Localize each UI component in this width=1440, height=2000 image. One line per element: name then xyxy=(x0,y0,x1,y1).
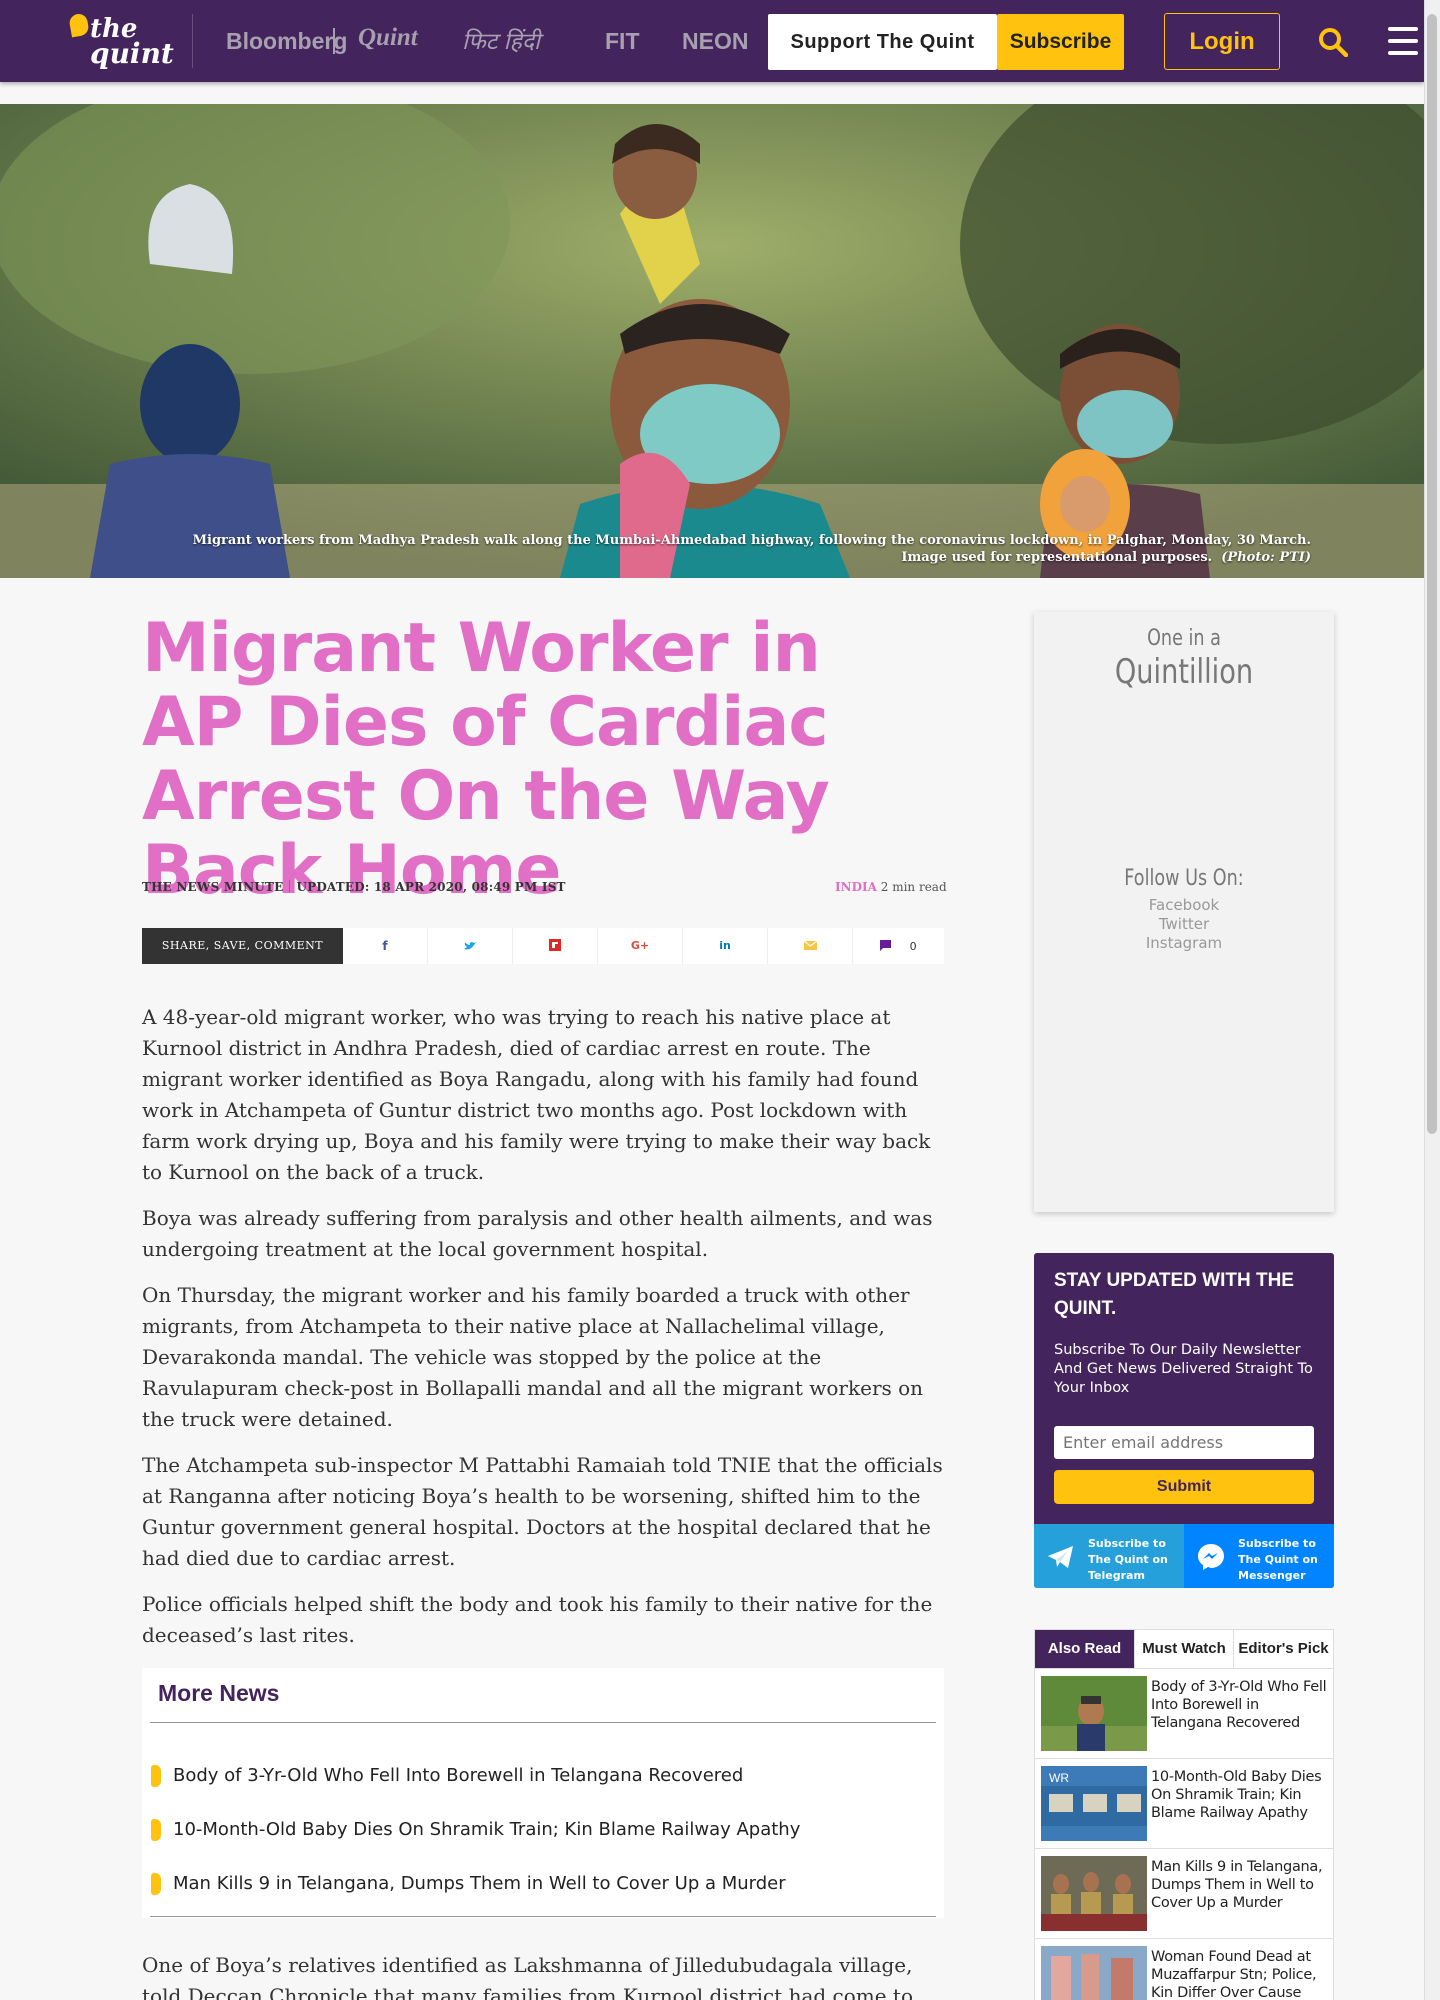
related-story-thumbnail xyxy=(1041,1856,1147,1931)
nav-neon[interactable]: NEON xyxy=(682,24,748,58)
tab-editors-pick[interactable]: Editor's Pick xyxy=(1234,1630,1333,1668)
email-share-icon[interactable] xyxy=(768,928,853,964)
article-paragraph: On Thursday, the migrant worker and his … xyxy=(142,1283,924,1431)
comment-count: 0 xyxy=(909,940,917,953)
article-source[interactable]: THE NEWS MINUTE xyxy=(142,880,283,894)
share-bar: SHARE, SAVE, COMMENT f G+ in 0 xyxy=(142,928,944,964)
article-updated: UPDATED: 18 APR 2020, 08:49 PM IST xyxy=(296,880,566,894)
related-story[interactable]: Body of 3-Yr-Old Who Fell Into Borewell … xyxy=(1034,1669,1334,1759)
related-story-thumbnail xyxy=(1041,1676,1147,1751)
related-story-title[interactable]: Man Kills 9 in Telangana, Dumps Them in … xyxy=(1151,1858,1331,1912)
more-news-divider-bottom xyxy=(150,1916,936,1917)
article-read-time: 2 min read xyxy=(880,880,947,894)
sidebar-ad[interactable]: One in a Quintillion Follow Us On: Faceb… xyxy=(1034,612,1334,1212)
facebook-share-icon[interactable]: f xyxy=(343,928,428,964)
related-story-thumbnail xyxy=(1041,1946,1147,2000)
tab-also-read[interactable]: Also Read xyxy=(1035,1630,1135,1668)
comment-button[interactable]: 0 xyxy=(853,928,944,964)
site-logo[interactable]: the quint xyxy=(68,12,174,70)
article-paragraph: A 48-year-old migrant worker, who was tr… xyxy=(142,1005,931,1184)
telegram-subscribe-button[interactable]: Subscribe to The Quint on Telegram xyxy=(1034,1524,1184,1588)
related-story[interactable]: Woman Found Dead at Muzaffarpur Stn; Pol… xyxy=(1034,1939,1334,2000)
ad-tagline-top: One in a xyxy=(1147,626,1221,651)
more-news-item-label[interactable]: 10-Month-Old Baby Dies On Shramik Train;… xyxy=(173,1819,800,1840)
article-paragraph: The Atchampeta sub-inspector M Pattabhi … xyxy=(142,1453,943,1570)
more-news-item[interactable]: Body of 3-Yr-Old Who Fell Into Borewell … xyxy=(151,1764,931,1788)
google-plus-share-icon[interactable]: G+ xyxy=(598,928,683,964)
linkedin-share-icon[interactable]: in xyxy=(683,928,768,964)
article-meta-right: INDIA 2 min read xyxy=(835,880,947,894)
ad-link-instagram[interactable]: Instagram xyxy=(1034,934,1334,952)
related-story-thumbnail: WR xyxy=(1041,1766,1147,1841)
messenger-subscribe-label: Subscribe to The Quint on Messenger xyxy=(1238,1537,1318,1582)
twitter-share-icon[interactable] xyxy=(428,928,513,964)
hero-caption-line-1: Migrant workers from Madhya Pradesh walk… xyxy=(192,533,1311,548)
article-byline: THE NEWS MINUTE UPDATED: 18 APR 2020, 08:… xyxy=(142,880,566,894)
article-title: Migrant Worker in AP Dies of Cardiac Arr… xyxy=(142,609,830,910)
hero-caption: Migrant workers from Madhya Pradesh walk… xyxy=(193,532,1311,566)
related-story[interactable]: WR 10-Month-Old Baby Dies On Shramik Tra… xyxy=(1034,1759,1334,1849)
more-news-box: More News Body of 3-Yr-Old Who Fell Into… xyxy=(142,1668,944,1918)
sidebar-tabs: Also Read Must Watch Editor's Pick xyxy=(1034,1629,1334,1669)
hero-image: Migrant workers from Madhya Pradesh walk… xyxy=(0,104,1424,578)
nav-fit[interactable]: FIT xyxy=(605,24,640,58)
newsletter-submit-button[interactable]: Submit xyxy=(1054,1470,1314,1504)
more-news-divider-top xyxy=(150,1722,936,1723)
ad-tagline-big: Quintillion xyxy=(1114,652,1254,692)
hamburger-menu-icon[interactable] xyxy=(1388,27,1418,55)
newsletter-email-input[interactable] xyxy=(1054,1426,1314,1459)
messenger-subscribe-button[interactable]: Subscribe to The Quint on Messenger xyxy=(1184,1524,1334,1588)
search-icon[interactable] xyxy=(1318,27,1348,57)
more-news-item-label[interactable]: Man Kills 9 in Telangana, Dumps Them in … xyxy=(173,1873,786,1894)
flipboard-share-icon[interactable] xyxy=(513,928,598,964)
hero-caption-line-2: Image used for representational purposes… xyxy=(901,550,1213,565)
nav-fit-hindi[interactable]: फिट हिंदी xyxy=(462,24,540,58)
telegram-icon xyxy=(1048,1546,1073,1568)
related-story[interactable]: Man Kills 9 in Telangana, Dumps Them in … xyxy=(1034,1849,1334,1939)
bullet-marker-icon xyxy=(151,1819,161,1841)
article-paragraph: Boya was already suffering from paralysi… xyxy=(142,1206,933,1261)
share-save-comment-label[interactable]: SHARE, SAVE, COMMENT xyxy=(142,928,343,964)
comment-icon xyxy=(880,940,892,951)
svg-text:WR: WR xyxy=(1049,1771,1069,1785)
newsletter-subtitle: Subscribe To Our Daily Newsletter And Ge… xyxy=(1054,1342,1313,1396)
newsletter-title: STAY UPDATED WITH THE QUINT. xyxy=(1054,1270,1294,1319)
ad-link-twitter[interactable]: Twitter xyxy=(1034,915,1334,933)
article-category[interactable]: INDIA xyxy=(835,880,877,894)
nav-bloomberg-quint[interactable]: Quint xyxy=(358,24,418,52)
ad-follow-label: Follow Us On: xyxy=(1124,866,1244,891)
more-news-item[interactable]: Man Kills 9 in Telangana, Dumps Them in … xyxy=(151,1872,931,1896)
subscribe-button[interactable]: Subscribe xyxy=(997,14,1124,70)
nav-bloomberg[interactable]: Bloomberg xyxy=(226,24,347,58)
site-header: the quint Bloomberg Quint फिट हिंदी FIT … xyxy=(0,0,1424,82)
article-paragraph-continued: One of Boya’s relatives identified as La… xyxy=(142,1953,914,2000)
more-news-item-label[interactable]: Body of 3-Yr-Old Who Fell Into Borewell … xyxy=(173,1765,743,1786)
logo-line-2: quint xyxy=(90,37,174,70)
tab-must-watch[interactable]: Must Watch xyxy=(1135,1630,1234,1668)
related-story-title[interactable]: Woman Found Dead at Muzaffarpur Stn; Pol… xyxy=(1151,1948,1331,2000)
login-button[interactable]: Login xyxy=(1164,13,1280,70)
hero-caption-credit: (Photo: PTI) xyxy=(1221,550,1311,565)
telegram-subscribe-label: Subscribe to The Quint on Telegram xyxy=(1088,1537,1168,1582)
related-story-title[interactable]: 10-Month-Old Baby Dies On Shramik Train;… xyxy=(1151,1768,1331,1822)
hero-photo-illustration xyxy=(0,104,1424,578)
nav-bloomberg-separator xyxy=(333,28,335,54)
more-news-title: More News xyxy=(158,1680,280,1706)
support-button[interactable]: Support The Quint xyxy=(768,14,997,70)
newsletter-box: STAY UPDATED WITH THE QUINT. Subscribe T… xyxy=(1034,1253,1334,1588)
logo-mark-icon xyxy=(68,12,90,38)
scrollbar-thumb[interactable] xyxy=(1427,14,1437,1134)
ad-link-facebook[interactable]: Facebook xyxy=(1034,896,1334,914)
more-news-item[interactable]: 10-Month-Old Baby Dies On Shramik Train;… xyxy=(151,1818,931,1842)
bullet-marker-icon xyxy=(151,1873,161,1895)
messenger-icon xyxy=(1198,1544,1224,1570)
bullet-marker-icon xyxy=(151,1765,161,1787)
related-story-title[interactable]: Body of 3-Yr-Old Who Fell Into Borewell … xyxy=(1151,1678,1331,1732)
article-body: A 48-year-old migrant worker, who was tr… xyxy=(142,1002,944,1666)
article-paragraph: Police officials helped shift the body a… xyxy=(142,1592,933,1647)
header-divider xyxy=(192,14,193,68)
